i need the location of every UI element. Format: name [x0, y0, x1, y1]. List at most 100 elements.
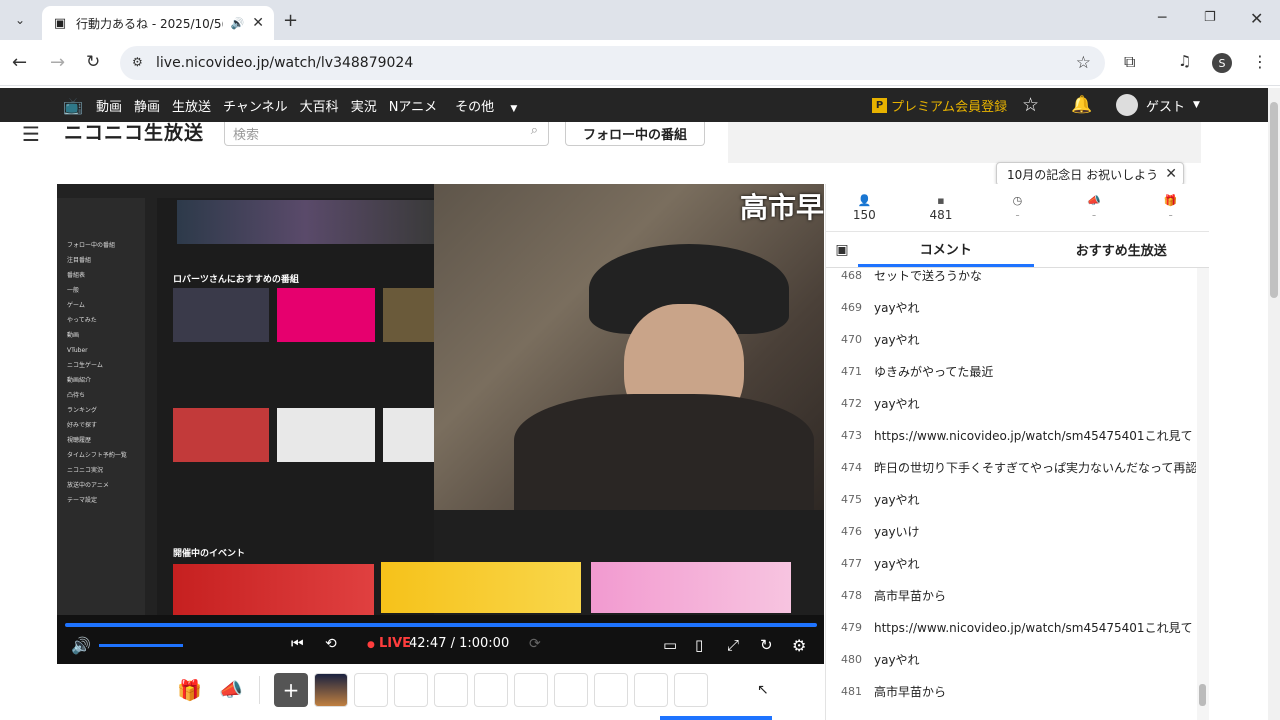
extensions-icon[interactable]: ⧉	[1124, 52, 1135, 72]
comment-scrollbar[interactable]	[1197, 268, 1209, 720]
url-field[interactable]: ⚙ live.nicovideo.jp/watch/lv348879024 ☆	[120, 46, 1105, 80]
tooltip-close-icon[interactable]: ✕	[1165, 166, 1177, 182]
comment-count-value: 481	[929, 207, 953, 222]
nav-jikkyo[interactable]: 実況	[345, 96, 383, 115]
tab-close-icon[interactable]: ✕	[252, 15, 264, 31]
browser-menu-icon[interactable]: ⋮	[1252, 52, 1268, 71]
emotion-slot[interactable]	[394, 673, 428, 707]
restore-icon[interactable]: ❐	[1204, 10, 1216, 25]
tab-comments[interactable]: コメント	[858, 232, 1034, 267]
browser-tab[interactable]: ▣ 行動力あるね - 2025/10/5(日 🔊 ✕	[42, 6, 274, 40]
niconico-global-nav: 📺 動画 静画 生放送 チャンネル 大百科 実況 Nアニメ その他 ▼ P プレミ…	[0, 88, 1268, 122]
emotion-slot[interactable]	[514, 673, 548, 707]
comment-row: 475 yayやれ	[826, 483, 1196, 515]
emotion-slot[interactable]	[354, 673, 388, 707]
back-icon[interactable]: ←	[12, 52, 27, 73]
forward-icon[interactable]: →	[50, 52, 65, 73]
ad-megaphone-icon[interactable]: 📣	[219, 678, 243, 701]
avatar	[1116, 94, 1138, 116]
tab-recommend[interactable]: おすすめ生放送	[1034, 232, 1210, 267]
page-scroll-thumb[interactable]	[1270, 102, 1278, 298]
gift-icon[interactable]: 🎁	[177, 678, 202, 702]
emotion-slot[interactable]	[474, 673, 508, 707]
screen-sidebar: フォロー中の番組 注目番組 番組表 一般 ゲーム やってみた 動画 VTuber…	[57, 198, 145, 615]
emotion-slot[interactable]	[554, 673, 588, 707]
comment-list[interactable]: 468 セットで送ろうかな 469 yayやれ 470 yayやれ 471 ゆきみがやっ…	[826, 268, 1196, 720]
emotion-slot[interactable]	[314, 673, 348, 707]
comment-settings-icon[interactable]: ▣	[826, 232, 858, 267]
screen-sidebar-item: やってみた	[67, 317, 97, 324]
nav-others[interactable]: その他 ▼	[443, 96, 529, 115]
emotion-slot[interactable]	[674, 673, 708, 707]
hamburger-menu-icon[interactable]: ☰	[22, 122, 40, 146]
rewind-10-icon[interactable]: ⟲	[325, 636, 337, 652]
volume-icon[interactable]: 🔊	[71, 636, 91, 655]
thumb	[173, 408, 269, 462]
tab-audio-icon[interactable]: 🔊	[231, 17, 245, 30]
comment-row: 474 昨日の世切り下手くそすぎてやっぱ実力ないんだなって再認	[826, 451, 1196, 483]
comment-number: 478	[841, 588, 862, 602]
profile-avatar[interactable]: S	[1212, 53, 1232, 73]
search-icon[interactable]: ⌕	[531, 123, 538, 138]
live-indicator: ● LIVE	[367, 636, 411, 651]
comment-row: 480 yayやれ	[826, 643, 1196, 675]
niconico-logo-icon[interactable]: 📺	[62, 96, 84, 115]
premium-link[interactable]: P プレミアム会員登録	[872, 96, 1007, 115]
address-bar-row: ← → ↻ ⚙ live.nicovideo.jp/watch/lv348879…	[0, 40, 1280, 86]
site-logo[interactable]: ニコニコ生放送	[64, 122, 204, 144]
nav-douga[interactable]: 動画	[90, 96, 128, 115]
nav-live[interactable]: 生放送	[166, 96, 217, 115]
site-info-icon[interactable]: ⚙	[132, 55, 143, 69]
new-tab-icon[interactable]: +	[283, 10, 298, 31]
comment-number: 473	[841, 428, 862, 442]
comment-number: 470	[841, 332, 862, 346]
bookmark-star-icon[interactable]: ☆	[1076, 53, 1091, 73]
user-name: ゲスト	[1146, 99, 1186, 115]
screen-sidebar-item: フォロー中の番組	[67, 242, 116, 249]
viewer-count-value: 150	[852, 207, 876, 222]
screen-sidebar-item: ニコニコ実況	[67, 467, 104, 474]
post-button[interactable]	[660, 716, 772, 720]
emotion-slot[interactable]	[634, 673, 668, 707]
theater-mode-icon[interactable]: ▯	[695, 636, 703, 654]
comment-count: ▪ 481	[903, 184, 980, 231]
reload-player-icon[interactable]: ↻	[760, 636, 773, 654]
add-emotion-button[interactable]: +	[274, 673, 308, 707]
comment-number: 468	[841, 268, 862, 282]
emotion-slot[interactable]	[594, 673, 628, 707]
tab-search-icon[interactable]: ⌄	[10, 10, 30, 30]
volume-slider[interactable]	[99, 644, 183, 647]
screen-sidebar-item: 注目番組	[67, 257, 92, 264]
user-menu[interactable]: ゲスト ▼	[1116, 94, 1200, 116]
settings-gear-icon[interactable]: ⚙	[792, 636, 806, 655]
notification-bell-icon[interactable]: 🔔	[1071, 95, 1092, 115]
skip-back-icon[interactable]: ⏮	[291, 636, 304, 652]
video-player[interactable]: フォロー中の番組 注目番組 番組表 一般 ゲーム やってみた 動画 VTuber…	[57, 184, 824, 664]
nav-seiga[interactable]: 静画	[128, 96, 166, 115]
screen-sidebar-item: テーマ設定	[67, 497, 98, 504]
nav-nanime[interactable]: Nアニメ	[383, 96, 443, 115]
comment-text: 高市早苗から	[874, 588, 947, 603]
favorite-star-icon[interactable]: ☆	[1022, 94, 1039, 116]
reload-icon[interactable]: ↻	[86, 52, 100, 72]
window-close-icon[interactable]: ✕	[1250, 9, 1263, 28]
comment-toggle-icon[interactable]: ▭	[663, 636, 677, 654]
clock-icon: ◷	[1012, 193, 1023, 207]
gift-toolbar: 🎁 📣 + ↖	[57, 664, 824, 720]
media-control-icon[interactable]: ♫	[1178, 52, 1191, 70]
screen-sidebar-item: 動画	[67, 332, 80, 339]
comment-scroll-thumb[interactable]	[1199, 684, 1206, 706]
comment-text: https://www.nicovideo.jp/watch/sm4547540…	[874, 620, 1193, 635]
chevron-down-icon: ▼	[1193, 100, 1200, 110]
mouse-cursor-icon: ↖	[757, 682, 769, 698]
screen-sidebar-item: 番組表	[67, 272, 86, 279]
fullscreen-icon[interactable]: ⤢	[727, 636, 739, 654]
minimize-icon[interactable]: ─	[1158, 10, 1166, 26]
tooltip-text: 10月の記念日 お祝いしよう	[1007, 167, 1159, 182]
body	[514, 394, 814, 510]
emotion-slot[interactable]	[434, 673, 468, 707]
search-input[interactable]: 検索 ⌕	[224, 122, 549, 146]
nav-dictionary[interactable]: 大百科	[294, 96, 345, 115]
nav-channel[interactable]: チャンネル	[217, 96, 294, 115]
follow-programs-button[interactable]: フォロー中の番組	[565, 122, 705, 146]
